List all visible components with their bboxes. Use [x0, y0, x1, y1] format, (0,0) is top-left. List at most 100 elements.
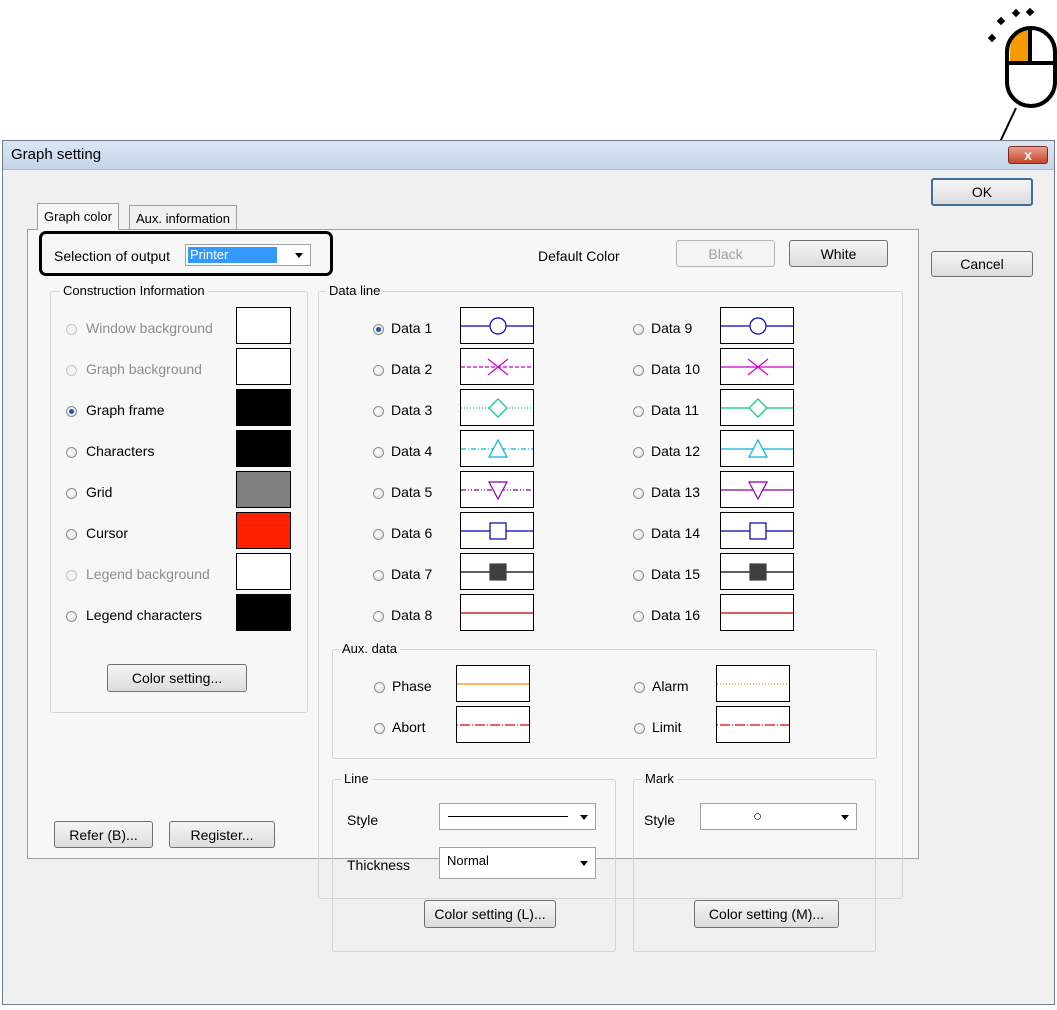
- chevron-down-icon: [295, 253, 303, 258]
- line-sample-graphic: [721, 481, 793, 501]
- line-sample[interactable]: [456, 706, 530, 743]
- thickness-select[interactable]: Normal: [439, 847, 596, 879]
- line-sample[interactable]: [460, 430, 534, 467]
- color-setting-line-button[interactable]: Color setting (L)...: [424, 900, 556, 928]
- tab-aux-information[interactable]: Aux. information: [129, 205, 237, 230]
- radio-button[interactable]: [633, 365, 644, 376]
- radio-button[interactable]: [66, 447, 77, 458]
- radio-button[interactable]: [374, 682, 385, 693]
- cancel-label: Cancel: [960, 256, 1004, 272]
- radio-button[interactable]: [633, 324, 644, 335]
- radio-button[interactable]: [633, 447, 644, 458]
- radio-button[interactable]: [373, 324, 384, 335]
- radio-button[interactable]: [66, 324, 77, 335]
- line-sample-graphic: [461, 438, 533, 458]
- chevron-down-icon: [841, 814, 849, 820]
- register-label: Register...: [190, 826, 254, 843]
- radio-button[interactable]: [373, 365, 384, 376]
- radio-label: Cursor: [86, 525, 129, 541]
- line-sample[interactable]: [460, 348, 534, 385]
- tab-graph-color[interactable]: Graph color: [37, 203, 119, 230]
- radio-button[interactable]: [66, 365, 77, 376]
- radio-button[interactable]: [373, 529, 384, 540]
- radio-label: Data 15: [651, 566, 701, 582]
- ok-button[interactable]: OK: [931, 178, 1033, 206]
- radio-button[interactable]: [66, 570, 77, 581]
- square-mark: [749, 522, 767, 540]
- radio-button[interactable]: [66, 488, 77, 499]
- construction-information-title: Construction Information: [60, 283, 208, 298]
- line-style-select[interactable]: [439, 803, 596, 830]
- color-swatch[interactable]: [236, 430, 291, 467]
- line-sample[interactable]: [456, 665, 530, 702]
- radio-button[interactable]: [633, 570, 644, 581]
- radio-label: Data 1: [391, 320, 433, 336]
- line-sample-graphic: [717, 683, 789, 685]
- radio-label: Data 6: [391, 525, 433, 541]
- radio-button[interactable]: [633, 488, 644, 499]
- line-sample[interactable]: [460, 471, 534, 508]
- radio-label: Graph frame: [86, 402, 165, 418]
- radio-label: Limit: [652, 719, 682, 735]
- line-sample-graphic: [721, 358, 793, 376]
- radio-label: Graph background: [86, 361, 202, 377]
- color-setting-mark-button[interactable]: Color setting (M)...: [694, 900, 839, 928]
- line-sample-graphic: [721, 612, 793, 614]
- line-sample[interactable]: [720, 430, 794, 467]
- graph-setting-dialog: Graph setting x Graph color Aux. informa…: [2, 140, 1055, 1005]
- line-sample[interactable]: [720, 471, 794, 508]
- line-sample[interactable]: [460, 594, 534, 631]
- radio-button[interactable]: [373, 447, 384, 458]
- line-sample[interactable]: [720, 348, 794, 385]
- radio-button[interactable]: [374, 723, 385, 734]
- line-sample[interactable]: [716, 665, 790, 702]
- radio-button[interactable]: [633, 406, 644, 417]
- black-button[interactable]: Black: [676, 240, 775, 267]
- radio-label: Characters: [86, 443, 155, 459]
- line-sample[interactable]: [720, 553, 794, 590]
- radio-button[interactable]: [633, 529, 644, 540]
- close-button[interactable]: x: [1008, 146, 1048, 164]
- line-sample[interactable]: [460, 389, 534, 426]
- tab-label: Graph color: [44, 209, 112, 224]
- diamond-mark: [748, 398, 768, 418]
- line-sample[interactable]: [720, 307, 794, 344]
- radio-button[interactable]: [373, 611, 384, 622]
- radio-button[interactable]: [373, 570, 384, 581]
- radio-button[interactable]: [634, 723, 645, 734]
- color-swatch[interactable]: [236, 389, 291, 426]
- color-swatch[interactable]: [236, 553, 291, 590]
- radio-button[interactable]: [66, 529, 77, 540]
- color-swatch[interactable]: [236, 348, 291, 385]
- line-sample[interactable]: [460, 307, 534, 344]
- radio-button[interactable]: [373, 488, 384, 499]
- line-sample-graphic: [461, 612, 533, 614]
- line-sample[interactable]: [720, 594, 794, 631]
- line-sample[interactable]: [716, 706, 790, 743]
- refer-button[interactable]: Refer (B)...: [54, 821, 153, 848]
- color-swatch[interactable]: [236, 307, 291, 344]
- radio-button[interactable]: [66, 611, 77, 622]
- line-sample[interactable]: [720, 512, 794, 549]
- color-swatch[interactable]: [236, 594, 291, 631]
- radio-button[interactable]: [373, 406, 384, 417]
- cancel-button[interactable]: Cancel: [931, 251, 1033, 277]
- color-setting-button[interactable]: Color setting...: [107, 664, 247, 692]
- radio-button[interactable]: [633, 611, 644, 622]
- line-sample[interactable]: [460, 553, 534, 590]
- dialog-title: Graph setting: [11, 146, 102, 163]
- thickness-value: Normal: [447, 853, 489, 868]
- radio-button[interactable]: [634, 682, 645, 693]
- mark-style-select[interactable]: ○: [700, 803, 857, 830]
- line-sample[interactable]: [720, 389, 794, 426]
- radio-label: Data 8: [391, 607, 433, 623]
- white-button[interactable]: White: [789, 240, 888, 267]
- line-sample[interactable]: [460, 512, 534, 549]
- output-select[interactable]: Printer: [185, 244, 311, 266]
- register-button[interactable]: Register...: [169, 821, 275, 848]
- color-swatch[interactable]: [236, 471, 291, 508]
- radio-button[interactable]: [66, 406, 77, 417]
- color-swatch[interactable]: [236, 512, 291, 549]
- radio-label: Legend background: [86, 566, 210, 582]
- output-label: Selection of output: [54, 248, 170, 264]
